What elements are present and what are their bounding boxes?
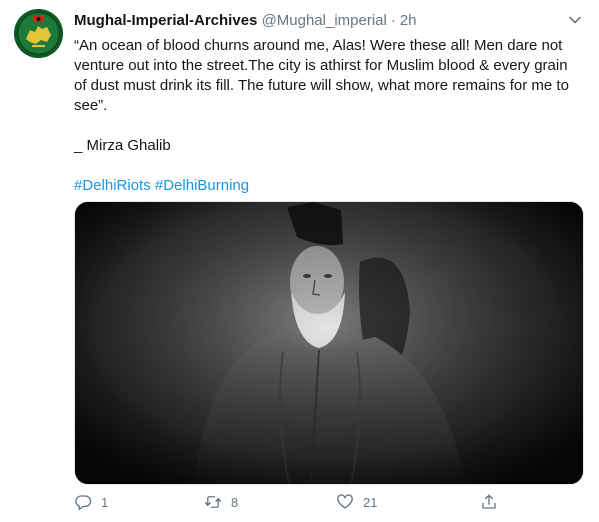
hashtag-delhiriots[interactable]: #DelhiRiots bbox=[74, 177, 151, 194]
reply-button[interactable]: 1 bbox=[74, 490, 108, 514]
avatar[interactable] bbox=[14, 9, 63, 58]
tweet-quote: “An ocean of blood churns around me, Ala… bbox=[74, 37, 569, 114]
retweet-button[interactable]: 8 bbox=[204, 490, 238, 514]
tweet-signature: _ Mirza Ghalib bbox=[74, 137, 171, 154]
share-button[interactable] bbox=[480, 490, 498, 514]
tweet-photo[interactable] bbox=[74, 201, 584, 485]
retweet-icon bbox=[204, 496, 222, 508]
tweet-text: “An ocean of blood churns around me, Ala… bbox=[74, 36, 584, 196]
chevron-down-icon bbox=[569, 16, 581, 24]
reply-icon bbox=[75, 495, 92, 511]
tweet-header: Mughal-Imperial-Archives @Mughal_imperia… bbox=[74, 10, 563, 32]
hashtag-delhiburning[interactable]: #DelhiBurning bbox=[155, 177, 249, 194]
heart-icon bbox=[337, 494, 353, 509]
retweet-count: 8 bbox=[231, 494, 239, 510]
separator-dot: · bbox=[390, 12, 396, 29]
avatar-emblem-icon bbox=[16, 11, 61, 56]
like-button[interactable]: 21 bbox=[336, 490, 377, 514]
timestamp[interactable]: 2h bbox=[400, 12, 417, 29]
share-icon bbox=[482, 494, 496, 509]
hashtag-list: #DelhiRiots #DelhiBurning bbox=[74, 176, 584, 196]
more-options-button[interactable] bbox=[567, 12, 583, 28]
reply-count: 1 bbox=[101, 494, 109, 510]
like-count: 21 bbox=[363, 494, 378, 510]
user-handle[interactable]: @Mughal_imperial bbox=[262, 12, 387, 29]
tweet[interactable]: Mughal-Imperial-Archives @Mughal_imperia… bbox=[0, 0, 599, 522]
portrait-photo bbox=[75, 202, 583, 484]
display-name[interactable]: Mughal-Imperial-Archives bbox=[74, 12, 257, 29]
tweet-actions: 1 8 21 bbox=[74, 490, 584, 514]
